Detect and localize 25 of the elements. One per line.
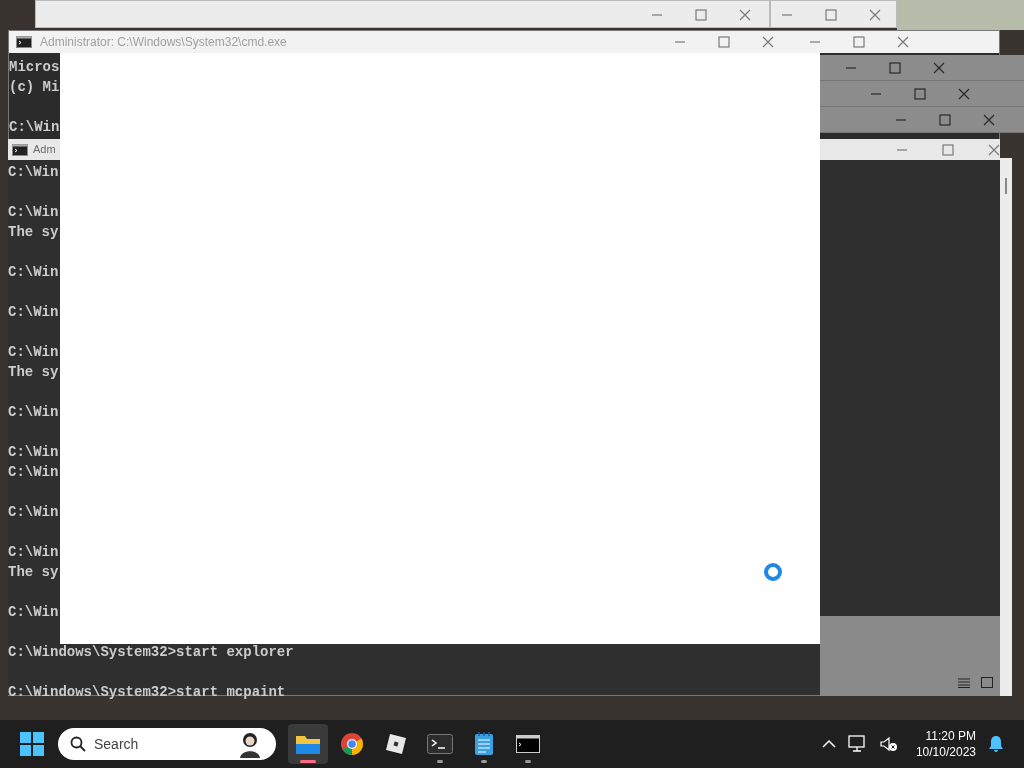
- console-line: C:\Win: [8, 543, 59, 562]
- window-title: Adm: [33, 142, 56, 158]
- console-line: C:\Win: [8, 463, 59, 482]
- clock-date[interactable]: 10/10/2023: [915, 744, 976, 760]
- console-line: C:\Win: [9, 118, 60, 137]
- console-line: C:\Win: [8, 503, 59, 522]
- console-line: C:\Win: [8, 303, 59, 322]
- console-line: C:\Win: [8, 443, 59, 462]
- console-line: The sy: [8, 223, 59, 242]
- search-input[interactable]: Search: [94, 733, 204, 755]
- console-line: C:\Win: [8, 403, 59, 422]
- console-line: The sy: [8, 563, 59, 582]
- search-field[interactable]: Search: [58, 728, 276, 760]
- console-line: The sy: [8, 363, 59, 382]
- console-line: C:\Win: [8, 263, 59, 282]
- console-line: (c) Mi: [9, 78, 60, 97]
- console-line: Micros: [9, 58, 60, 77]
- console-line: C:\Windows\System32>start explorer: [8, 643, 294, 662]
- console-line: C:\Win: [8, 603, 59, 622]
- console-line: C:\Win: [8, 203, 59, 222]
- clock-time[interactable]: 11:20 PM: [925, 728, 976, 744]
- console-line: C:\Windows\System32>start mcpaint: [8, 683, 286, 702]
- console-line: C:\Win: [8, 343, 59, 362]
- console-line: C:\Win: [8, 163, 59, 182]
- window-title: Administrator: C:\Windows\System32\cmd.exe: [40, 34, 287, 51]
